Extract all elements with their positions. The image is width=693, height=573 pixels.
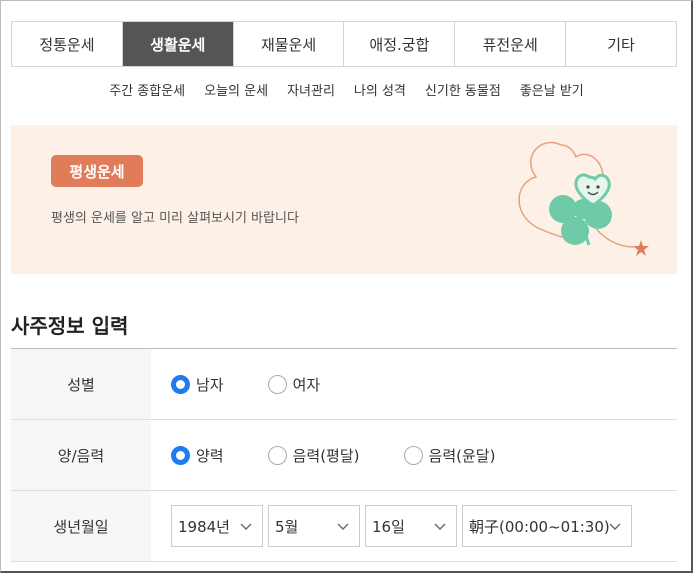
- tab-etc[interactable]: 기타: [566, 22, 676, 66]
- tab-saenghwal[interactable]: 생활운세: [122, 22, 234, 66]
- clover-illustration-icon: [518, 141, 649, 256]
- subnav-good-day[interactable]: 좋은날 받기: [520, 80, 584, 99]
- gender-row: 성별 남자 여자: [11, 349, 677, 420]
- calendar-lunar-normal-radio[interactable]: 음력(평달): [267, 445, 360, 466]
- day-select[interactable]: 16일: [365, 505, 457, 547]
- section-title: 사주정보 입력: [11, 314, 129, 338]
- calendar-lunar-leap-radio[interactable]: 음력(윤달): [403, 445, 496, 466]
- tab-fusion[interactable]: 퓨전운세: [455, 22, 567, 66]
- chevron-down-icon: [337, 523, 349, 530]
- main-tabs: 정통운세 생활운세 재물운세 애정.궁합 퓨전운세 기타: [11, 21, 677, 67]
- sub-nav: 주간 종합운세 오늘의 운세 자녀관리 나의 성격 신기한 동물점 좋은날 받기: [0, 80, 693, 99]
- subnav-animal[interactable]: 신기한 동물점: [425, 80, 501, 99]
- calendar-label: 양/음력: [11, 420, 151, 490]
- gender-male-label: 남자: [196, 375, 224, 394]
- calendar-solar-label: 양력: [196, 446, 224, 465]
- chevron-down-icon: [609, 523, 621, 530]
- calendar-row: 양/음력 양력 음력(평달) 음력(윤달): [11, 420, 677, 491]
- subnav-weekly[interactable]: 주간 종합운세: [109, 80, 185, 99]
- subnav-personality[interactable]: 나의 성격: [354, 80, 406, 99]
- gender-female-label: 여자: [292, 375, 321, 394]
- calendar-lunar-leap-label: 음력(윤달): [428, 446, 496, 465]
- time-select[interactable]: 朝子(00:00~01:30): [462, 505, 632, 547]
- saju-form: 성별 남자 여자 양/음력 양력 음력(평달) 음력(윤달) 생년월일 1984…: [11, 348, 677, 562]
- tab-jaemul[interactable]: 재물운세: [234, 22, 345, 66]
- banner-description: 평생의 운세를 알고 미리 살펴보시기 바랍니다: [51, 211, 299, 226]
- subnav-today[interactable]: 오늘의 운세: [204, 80, 268, 99]
- birth-label: 생년월일: [11, 491, 151, 561]
- month-select[interactable]: 5월: [268, 505, 360, 547]
- radio-unchecked-icon: [403, 445, 423, 465]
- birth-row: 생년월일 1984년 5월 16일 朝子(00:00~01:30): [11, 491, 677, 562]
- time-value: 朝子(00:00~01:30): [469, 517, 610, 536]
- gender-label: 성별: [11, 349, 151, 419]
- tab-jeongtong[interactable]: 정통운세: [12, 22, 123, 66]
- chevron-down-icon: [240, 523, 252, 530]
- chevron-down-icon: [434, 523, 446, 530]
- radio-unchecked-icon: [267, 445, 287, 465]
- banner-badge: 평생운세: [51, 155, 143, 187]
- gender-male-radio[interactable]: 남자: [171, 374, 224, 395]
- month-value: 5월: [275, 517, 299, 536]
- year-select[interactable]: 1984년: [171, 505, 263, 547]
- subnav-children[interactable]: 자녀관리: [287, 80, 335, 99]
- calendar-lunar-normal-label: 음력(평달): [292, 446, 360, 465]
- day-value: 16일: [372, 517, 405, 536]
- radio-checked-icon: [171, 374, 190, 394]
- radio-unchecked-icon: [267, 374, 287, 394]
- calendar-solar-radio[interactable]: 양력: [171, 445, 224, 466]
- banner: 평생운세 평생의 운세를 알고 미리 살펴보시기 바랍니다: [11, 125, 677, 274]
- tab-aejeong[interactable]: 애정.궁합: [344, 22, 456, 66]
- year-value: 1984년: [178, 517, 230, 536]
- gender-female-radio[interactable]: 여자: [267, 374, 321, 395]
- radio-checked-icon: [171, 445, 190, 465]
